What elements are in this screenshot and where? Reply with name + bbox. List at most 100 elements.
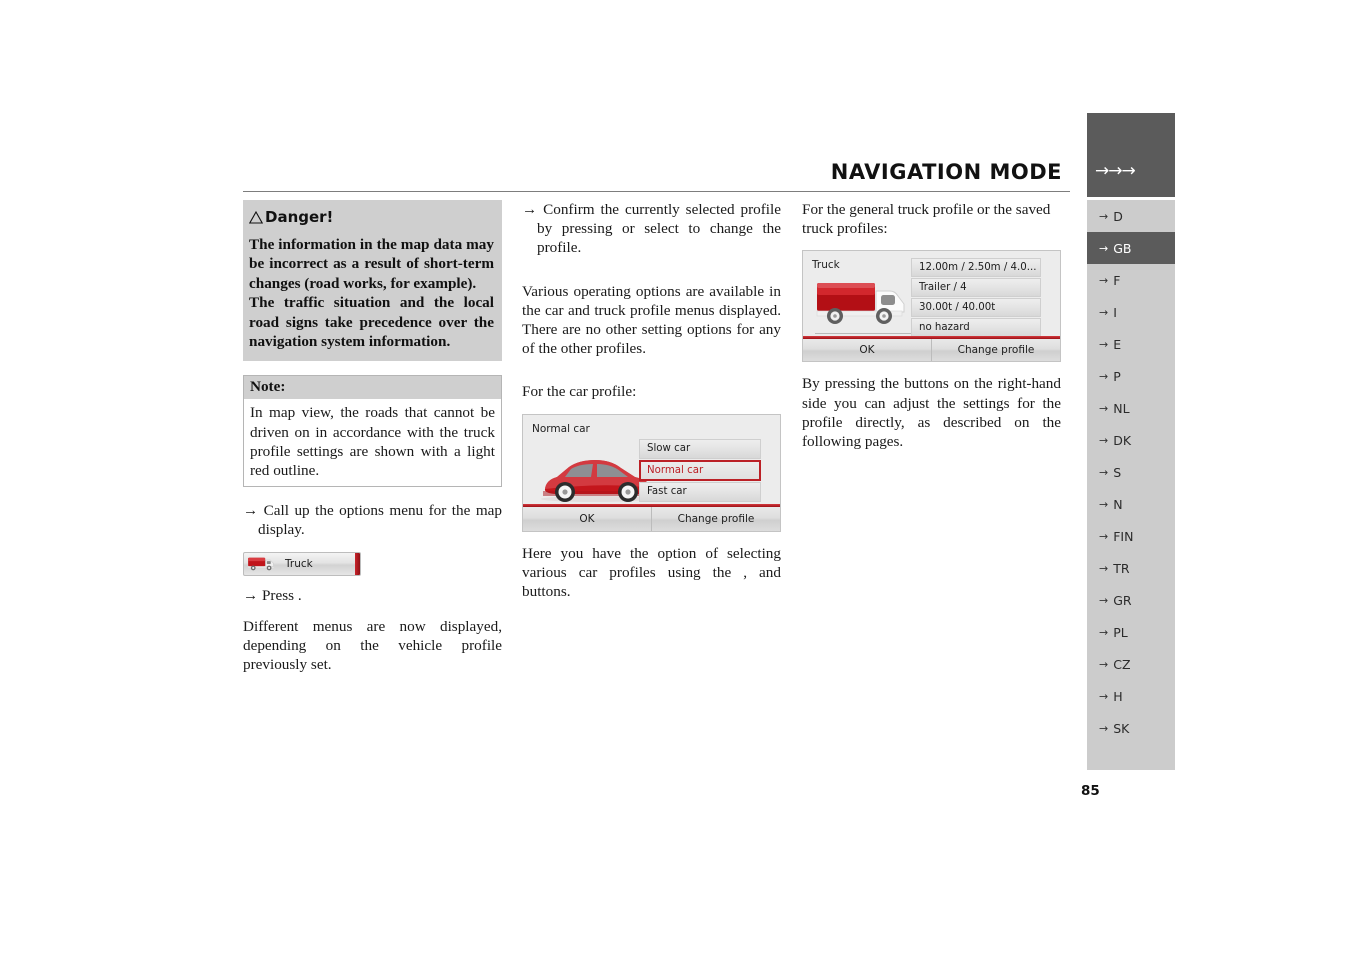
sidebar-item-gr[interactable]: → GR	[1087, 584, 1175, 616]
sidebar-item-label: P	[1113, 368, 1121, 384]
arrow-icon: →	[1099, 337, 1109, 351]
sidebar-item-label: F	[1113, 272, 1121, 288]
car-ok-button[interactable]: OK	[523, 506, 652, 531]
column-right: For the general truck profile or the sav…	[802, 200, 1061, 463]
sidebar-item-label: SK	[1113, 720, 1130, 736]
sidebar-item-label: S	[1113, 464, 1122, 480]
note-body: In map view, the roads that cannot be dr…	[250, 404, 495, 480]
danger-paragraph-1: The information in the map data may be i…	[249, 236, 494, 292]
sidebar-item-label: D	[1113, 208, 1123, 224]
arrow-icon: →	[1099, 273, 1109, 287]
car-change-profile-button[interactable]: Change profile	[652, 506, 780, 531]
truck-profile-button[interactable]: Truck	[243, 551, 361, 576]
sidebar-item-d[interactable]: → D	[1087, 200, 1175, 232]
page-number: 85	[1081, 783, 1100, 799]
step-press: → Press .	[243, 586, 302, 604]
truck-screen-title: Truck	[812, 259, 840, 272]
column-left: Danger! The information in the map data …	[243, 200, 502, 686]
arrow-icon: →	[1099, 561, 1109, 575]
truck-value-dimensions[interactable]: 12.00m / 2.50m / 4.0...	[911, 258, 1041, 278]
language-sidebar: → D → GB → F → I → E → P → NL → DK → S →…	[1087, 200, 1175, 770]
note-heading: Note:	[244, 376, 501, 400]
truck-value-list[interactable]: 12.00m / 2.50m / 4.0... Trailer / 4 30.0…	[911, 258, 1041, 338]
col2-paragraph-2: For the car profile:	[522, 383, 637, 401]
truck-button-accent-edge	[355, 552, 360, 575]
arrow-icon: →	[1099, 721, 1109, 735]
col3-paragraph-2: By pressing the buttons on the right-han…	[802, 375, 1061, 451]
danger-body: The information in the map data may be i…	[249, 235, 494, 351]
sidebar-item-s[interactable]: → S	[1087, 456, 1175, 488]
sidebar-item-label: FIN	[1113, 528, 1134, 544]
sidebar-item-nl[interactable]: → NL	[1087, 392, 1175, 424]
arrow-icon: →	[1099, 465, 1109, 479]
sidebar-item-e[interactable]: → E	[1087, 328, 1175, 360]
car-screen-title: Normal car	[532, 422, 590, 435]
sidebar-item-pl[interactable]: → PL	[1087, 616, 1175, 648]
arrow-icon: →	[1099, 305, 1109, 319]
car-option-normal[interactable]: Normal car	[639, 459, 761, 481]
col1-paragraph: Different menus are now displayed, depen…	[243, 617, 502, 674]
page-title: NAVIGATION MODE	[830, 160, 1062, 184]
sidebar-item-label: GB	[1113, 240, 1132, 256]
car-profile-screen[interactable]: Normal car Slow car Normal car Fast car …	[522, 413, 781, 532]
sidebar-item-label: GR	[1113, 592, 1132, 608]
arrow-icon: →	[1099, 593, 1109, 607]
column-middle: → Confirm the currently selected profile…	[522, 200, 781, 613]
sidebar-item-label: H	[1113, 688, 1123, 704]
danger-paragraph-2: The traffic situation and the local road…	[249, 294, 494, 351]
sidebar-item-p[interactable]: → P	[1087, 360, 1175, 392]
col2-paragraph-1: Various operating options are available …	[522, 282, 781, 358]
step-confirm-profile: → Confirm the currently selected profile…	[522, 201, 781, 257]
truck-value-hazard[interactable]: no hazard	[911, 318, 1041, 338]
sidebar-item-sk[interactable]: → SK	[1087, 712, 1175, 744]
sidebar-item-cz[interactable]: → CZ	[1087, 648, 1175, 680]
truck-change-profile-button[interactable]: Change profile	[932, 339, 1060, 362]
truck-icon	[248, 557, 274, 571]
sidebar-item-n[interactable]: → N	[1087, 488, 1175, 520]
sidebar-item-label: PL	[1113, 624, 1128, 640]
step-call-up-options: → Call up the options menu for the map d…	[243, 502, 502, 539]
danger-heading: Danger!	[249, 208, 494, 226]
header-accent-block	[1087, 113, 1175, 197]
danger-box: Danger! The information in the map data …	[243, 200, 502, 362]
arrow-icon: →	[1099, 241, 1109, 255]
sidebar-item-label: NL	[1113, 400, 1130, 416]
truck-value-trailer-axles[interactable]: Trailer / 4	[911, 278, 1041, 298]
car-option-slow[interactable]: Slow car	[639, 438, 761, 459]
truck-icon	[816, 283, 905, 325]
arrow-icon: →	[1099, 433, 1109, 447]
arrow-icon: →	[1099, 529, 1109, 543]
header-divider-rule	[243, 191, 1070, 192]
sidebar-item-f[interactable]: → F	[1087, 264, 1175, 296]
truck-screen-buttonbar: OK Change profile	[803, 339, 1060, 362]
truck-ok-button[interactable]: OK	[803, 339, 932, 362]
sidebar-item-gb[interactable]: → GB	[1087, 232, 1175, 264]
truck-value-weight[interactable]: 30.00t / 40.00t	[911, 298, 1041, 318]
col2-paragraph-3: Here you have the option of selecting va…	[522, 544, 781, 601]
sidebar-item-i[interactable]: → I	[1087, 296, 1175, 328]
sidebar-item-tr[interactable]: → TR	[1087, 552, 1175, 584]
truck-illustration-baseline	[815, 333, 921, 335]
arrow-icon: →	[1099, 209, 1109, 223]
sidebar-item-label: E	[1113, 336, 1122, 352]
arrow-icon: →	[1099, 689, 1109, 703]
sidebar-item-label: DK	[1113, 432, 1132, 448]
page-root: NAVIGATION MODE →→→ Danger! The informat…	[0, 0, 1351, 954]
danger-heading-label: Danger!	[265, 208, 334, 226]
sidebar-item-label: I	[1113, 304, 1117, 320]
sidebar-item-dk[interactable]: → DK	[1087, 424, 1175, 456]
truck-profile-screen[interactable]: Truck 12.00m / 2.50m / 4.0... Trailer / …	[802, 250, 1061, 363]
car-option-fast[interactable]: Fast car	[639, 481, 761, 502]
car-option-list[interactable]: Slow car Normal car Fast car	[639, 438, 761, 502]
header-arrows: →→→	[1095, 161, 1136, 181]
car-icon	[541, 459, 652, 502]
car-screen-buttonbar: OK Change profile	[523, 506, 780, 531]
sidebar-item-h[interactable]: → H	[1087, 680, 1175, 712]
truck-profile-button-label: Truck	[285, 557, 313, 570]
warning-triangle-icon	[249, 210, 263, 224]
arrow-icon: →	[1099, 401, 1109, 415]
sidebar-item-fin[interactable]: → FIN	[1087, 520, 1175, 552]
sidebar-item-label: TR	[1113, 560, 1130, 576]
